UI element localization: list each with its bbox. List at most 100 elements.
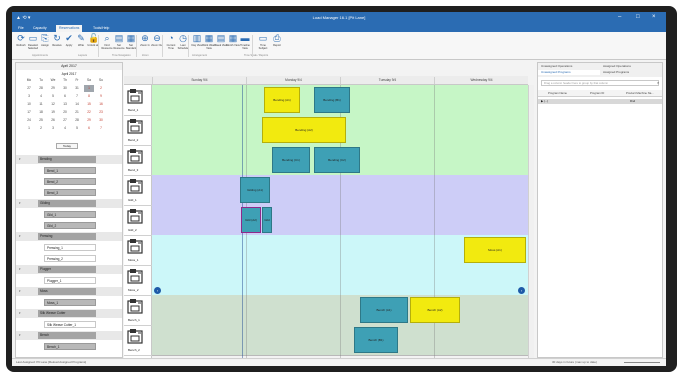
column-program-id[interactable]: Program ID — [590, 91, 604, 95]
tree-group-row[interactable]: ▾ Bending — [16, 155, 122, 164]
appointment[interactable]: Moss (A1) — [464, 237, 526, 263]
calendar-day[interactable]: 18 — [36, 109, 46, 116]
calendar-day[interactable]: 27 — [24, 85, 34, 92]
next-appointment-icon[interactable]: › — [518, 287, 525, 294]
resource-row[interactable]: Moss_1 — [124, 235, 152, 266]
calendar-day[interactable]: 27 — [60, 117, 70, 124]
appointment[interactable]: Gild (A2) — [241, 207, 261, 233]
resource-row[interactable]: Bend_3 — [124, 145, 152, 176]
calendar-day[interactable]: 28 — [36, 85, 46, 92]
calendar-day[interactable]: 12 — [48, 101, 58, 108]
calendar-day[interactable]: 5 — [48, 93, 58, 100]
calendar-day[interactable]: 23 — [96, 109, 106, 116]
calendar-day[interactable]: 28 — [72, 117, 82, 124]
tree-group-row[interactable]: ▾ Bench — [16, 331, 122, 340]
calendar-day[interactable]: 30 — [96, 117, 106, 124]
tree-group-row[interactable]: ▾ Silk Weave Cutter — [16, 309, 122, 318]
day-header[interactable]: Wednesday 9/4 — [434, 77, 528, 84]
tree-group-row[interactable]: ▾ Pressing — [16, 232, 122, 241]
tree-item-row[interactable]: Pressing_1 — [16, 243, 122, 252]
calendar-day[interactable]: 1 — [84, 85, 94, 92]
table-row[interactable]: ▶ (...) Rnd — [538, 99, 662, 104]
day-header[interactable]: Sunday 9/4 — [152, 77, 246, 84]
tree-item-row[interactable]: Bench_1 — [16, 342, 122, 351]
calendar-day[interactable]: 22 — [84, 109, 94, 116]
expand-icon[interactable]: ▾ — [19, 309, 24, 318]
tree-item-row[interactable]: Silk Weave Cutter_1 — [16, 320, 122, 329]
calendar-day[interactable]: 14 — [72, 101, 82, 108]
calendar-day[interactable]: 19 — [48, 109, 58, 116]
calendar-day[interactable]: 4 — [36, 93, 46, 100]
calendar-day[interactable]: 24 — [24, 117, 34, 124]
calendar-day[interactable]: 16 — [96, 101, 106, 108]
appointment[interactable]: Bending (C1) — [272, 147, 310, 173]
appointment[interactable]: Bending (C2) — [314, 147, 360, 173]
resource-row[interactable]: Gild_1 — [124, 175, 152, 206]
tree-item-row[interactable]: Pressing_2 — [16, 254, 122, 263]
calendar-day[interactable]: 1 — [24, 125, 34, 132]
tree-group-row[interactable]: ▾ Plugger — [16, 265, 122, 274]
expand-icon[interactable]: ▾ — [19, 265, 24, 274]
calendar-day[interactable]: 5 — [72, 125, 82, 132]
appointment[interactable]: Bending (B1) — [314, 87, 350, 113]
calendar-day[interactable]: 20 — [60, 109, 70, 116]
appointment[interactable]: Bench (B1) — [354, 327, 398, 353]
calendar-day[interactable]: 29 — [48, 85, 58, 92]
calendar-day[interactable]: 6 — [84, 125, 94, 132]
expand-icon[interactable]: ▾ — [19, 199, 24, 208]
calendar-day[interactable]: 15 — [84, 101, 94, 108]
calendar-day[interactable]: 6 — [60, 93, 70, 100]
column-product-machine[interactable]: Product Machine Na... — [626, 91, 654, 95]
appointment[interactable]: Bending (A1) — [264, 87, 300, 113]
resource-row[interactable]: Moss_2 — [124, 265, 152, 296]
tree-item-row[interactable]: Moss_1 — [16, 298, 122, 307]
tab-assigned-operations[interactable]: Assigned Operations — [600, 64, 662, 69]
minimize-icon[interactable]: – — [618, 14, 621, 20]
previous-appointment-icon[interactable]: ‹ — [154, 287, 161, 294]
appointment[interactable]: Gilding (A1) — [240, 177, 270, 203]
calendar-day[interactable]: 4 — [60, 125, 70, 132]
tab-assigned-programs[interactable]: Assigned Programs — [600, 70, 662, 75]
search-icon[interactable]: ⌕ — [657, 80, 659, 85]
close-icon[interactable]: × — [652, 14, 656, 20]
tab-unassigned-programs[interactable]: Unassigned Programs — [538, 70, 600, 75]
appointment[interactable]: Gild — [262, 207, 272, 233]
expand-icon[interactable]: ▾ — [19, 287, 24, 296]
calendar-day[interactable]: 21 — [72, 109, 82, 116]
calendar-day[interactable]: 13 — [60, 101, 70, 108]
calendar-day[interactable]: 17 — [24, 109, 34, 116]
resource-row[interactable]: Bench_1 — [124, 295, 152, 326]
appointment[interactable]: Bending (A2) — [262, 117, 346, 143]
maximize-icon[interactable]: □ — [636, 14, 640, 20]
tab-file[interactable]: File — [15, 25, 27, 32]
appointment[interactable]: Bench (A2) — [410, 297, 460, 323]
resource-row[interactable]: Bench_2 — [124, 325, 152, 356]
calendar-day[interactable]: 7 — [96, 125, 106, 132]
column-program-name[interactable]: Program Name — [548, 91, 567, 95]
report-button[interactable]: ⎙ Report — [270, 34, 284, 52]
tab-reservations[interactable]: Reservations — [56, 25, 83, 32]
calendar-day[interactable]: 9 — [96, 93, 106, 100]
month-header[interactable]: April 2017 — [16, 63, 122, 70]
today-button[interactable]: Today — [56, 143, 78, 149]
zoom-slider[interactable] — [624, 362, 660, 363]
tab-capacity[interactable]: Capacity — [30, 25, 50, 32]
tab-unassigned-operations[interactable]: Unassigned Operations — [538, 64, 600, 69]
tree-item-row[interactable]: Bend_3 — [16, 188, 122, 197]
calendar-day[interactable]: 26 — [48, 117, 58, 124]
group-by-box[interactable]: Drag a column header here to group by th… — [541, 80, 659, 86]
resource-row[interactable]: Bend_1 — [124, 85, 152, 116]
calendar-day[interactable]: 31 — [72, 85, 82, 92]
calendar-day[interactable]: 25 — [36, 117, 46, 124]
tab-tools-help[interactable]: Tools/Help — [90, 25, 112, 32]
resource-row[interactable]: Bend_2 — [124, 115, 152, 146]
calendar-day[interactable]: 11 — [36, 101, 46, 108]
tree-item-row[interactable]: Bend_1 — [16, 166, 122, 175]
calendar-day[interactable]: 10 — [24, 101, 34, 108]
timeline-view-button[interactable]: ▬ Timeline View — [238, 34, 252, 52]
appointment[interactable]: Bench (A1) — [360, 297, 408, 323]
tree-group-row[interactable]: ▾ Gilding — [16, 199, 122, 208]
tree-item-row[interactable]: Gild_1 — [16, 210, 122, 219]
row-expander[interactable]: ▶ (...) — [541, 99, 548, 104]
time-subject-button[interactable]: ▭ Time Subject — [256, 34, 270, 52]
